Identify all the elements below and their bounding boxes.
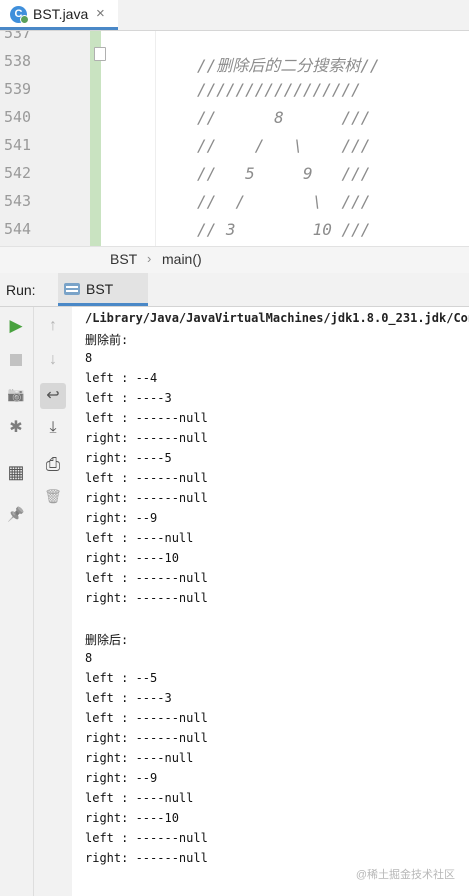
console-line: right: ------null	[85, 591, 208, 605]
console-line: right: ----5	[85, 451, 172, 465]
run-tab-bst[interactable]: BST	[58, 273, 148, 306]
console-line: 8	[85, 351, 93, 365]
breadcrumb-separator: ›	[147, 251, 152, 266]
layout-icon[interactable]: ▦	[3, 459, 29, 485]
line-number: 537	[4, 31, 32, 42]
editor-tab-bar: C BST.java ×	[0, 0, 469, 31]
code-line: //删除后的二分搜索树//	[197, 56, 380, 75]
console-line: right: --9	[85, 771, 158, 785]
code-line: // / \ ///	[197, 136, 371, 155]
fold-marker-icon[interactable]	[94, 47, 106, 61]
line-number: 540	[4, 108, 32, 126]
down-arrow-icon[interactable]: ↓	[40, 347, 66, 373]
console-line: left : ------null	[85, 711, 208, 725]
camera-icon[interactable]: 📷	[3, 381, 29, 407]
console-line: right: ----null	[85, 751, 194, 765]
console-line: right: ------null	[85, 491, 208, 505]
scroll-to-end-icon[interactable]: ⤓	[40, 415, 66, 441]
line-number: 543	[4, 192, 32, 210]
console-line: left : ------null	[85, 831, 208, 845]
breadcrumb-class[interactable]: BST	[110, 251, 137, 267]
console-line: left : --4	[85, 371, 158, 385]
tab-label: BST.java	[33, 6, 89, 22]
console-line: left : ----null	[85, 531, 194, 545]
soft-wrap-icon[interactable]: ↩	[40, 383, 66, 409]
code-line: /////////////////	[197, 80, 361, 99]
console-line: left : ----3	[85, 391, 172, 405]
console-line: left : ----3	[85, 691, 172, 705]
code-line: // 5 9 ///	[197, 164, 371, 183]
stop-icon[interactable]	[3, 347, 29, 373]
console-line: right: ------null	[85, 851, 208, 865]
up-arrow-icon[interactable]: ↑	[40, 313, 66, 339]
console-line: 8	[85, 651, 93, 665]
console-line: left : ------null	[85, 571, 208, 585]
console-line: right: ----10	[85, 811, 179, 825]
code-line: // 3 10 ///	[197, 220, 371, 239]
console-line: right: ----10	[85, 551, 179, 565]
console-line: left : ------null	[85, 471, 208, 485]
code-line: // 8 ///	[197, 108, 371, 127]
editor-divider	[155, 31, 156, 246]
run-tool-window-header: Run: BST	[0, 273, 469, 307]
console-line: right: ------null	[85, 431, 208, 445]
console-line: 删除后:	[85, 633, 129, 647]
breadcrumb: BST › main()	[0, 246, 469, 274]
run-tab-label: BST	[86, 281, 114, 297]
line-number: 539	[4, 80, 32, 98]
console-line: left : ----null	[85, 791, 194, 805]
console-icon	[64, 283, 80, 295]
console-command-path: /Library/Java/JavaVirtualMachines/jdk1.8…	[85, 311, 469, 325]
code-line: // / \ ///	[197, 192, 371, 211]
java-class-icon: C	[10, 6, 29, 24]
console-actions-toolbar: ↑ ↓ ↩ ⤓ ⎙ 🗑	[34, 307, 73, 896]
console-line: right: ------null	[85, 731, 208, 745]
line-number: 544	[4, 220, 32, 238]
run-label: Run:	[6, 282, 36, 298]
console-line: left : --5	[85, 671, 158, 685]
line-number: 542	[4, 164, 32, 182]
console-line: left : ------null	[85, 411, 208, 425]
rerun-icon[interactable]: ▶	[3, 313, 29, 339]
console-line: right: --9	[85, 511, 158, 525]
run-actions-toolbar: ▶ 📷 ✱ ▦ 📌	[0, 307, 34, 896]
console-line: 删除前:	[85, 333, 129, 347]
vcs-change-marker[interactable]	[90, 31, 101, 246]
close-icon[interactable]: ×	[96, 5, 105, 22]
debug-icon[interactable]: ✱	[3, 415, 29, 441]
trash-icon[interactable]: 🗑	[40, 483, 66, 509]
line-number: 538	[4, 52, 32, 70]
breadcrumb-method[interactable]: main()	[162, 251, 202, 267]
line-number: 541	[4, 136, 32, 154]
code-editor[interactable]: 537 538 //删除后的二分搜索树// 539 ///////////////// 5…	[0, 31, 469, 246]
console-output[interactable]: /Library/Java/JavaVirtualMachines/jdk1.8…	[72, 307, 469, 896]
pin-icon[interactable]: 📌	[3, 501, 29, 527]
tab-bst-java[interactable]: C BST.java ×	[0, 0, 118, 30]
print-icon[interactable]: ⎙	[40, 451, 66, 477]
watermark: @稀土掘金技术社区	[355, 869, 455, 881]
